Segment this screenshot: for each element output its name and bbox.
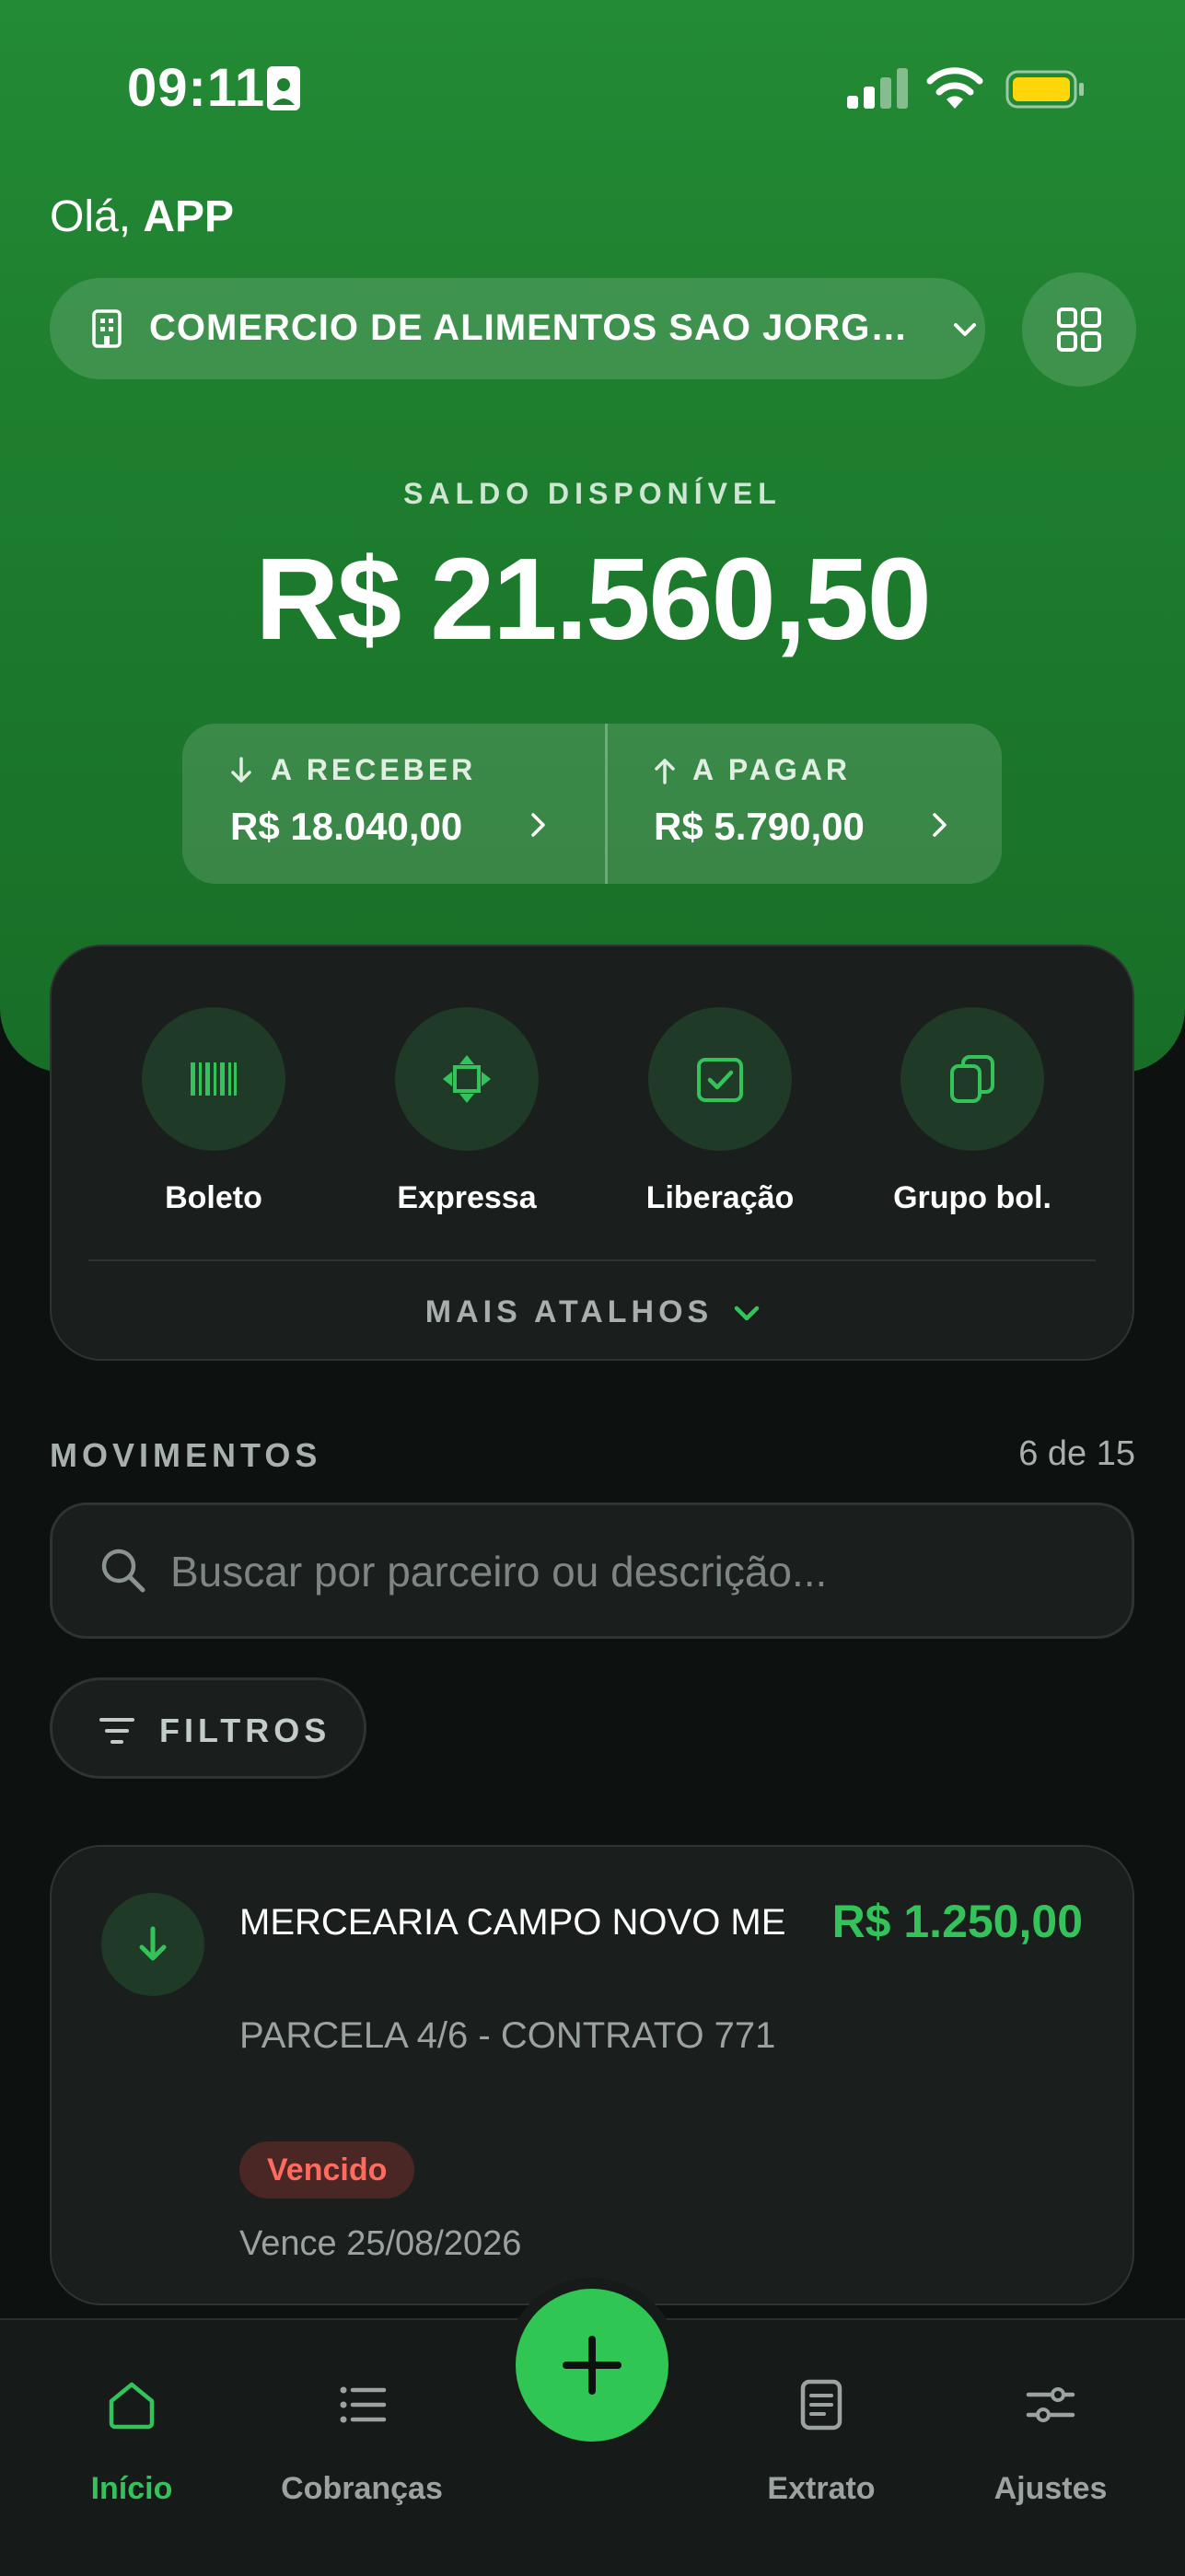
movements-count: 6 de 15: [1018, 1434, 1135, 1473]
transaction-card[interactable]: MERCEARIA CAMPO NOVO ME PARCELA 4/6 - CO…: [50, 1845, 1134, 2305]
shortcut-expressa[interactable]: Expressa: [356, 1007, 577, 1215]
status-time: 09:11: [127, 58, 266, 118]
movements-title: MOVIMENTOS: [50, 1436, 322, 1474]
tab-cobrancas[interactable]: Cobranças: [251, 2361, 472, 2506]
shortcut-boleto[interactable]: Boleto: [103, 1007, 324, 1215]
shortcut-label: Boleto: [165, 1180, 262, 1215]
contact-card-icon: [267, 66, 300, 110]
shortcuts-card: Boleto Expressa Liberação Grupo bol. MAI…: [50, 945, 1134, 1361]
shortcut-grupo-bol-circle: [900, 1007, 1044, 1151]
transaction-due-date: Vence 25/08/2026: [239, 2224, 522, 2263]
tab-label: Extrato: [767, 2471, 876, 2506]
tab-label: Ajustes: [993, 2471, 1108, 2506]
search-icon: [101, 1549, 145, 1593]
filter-icon: [99, 1718, 134, 1744]
chevron-right-icon: [531, 813, 545, 837]
diamond-arrows-icon: [443, 1055, 491, 1103]
shortcut-expressa-circle: [395, 1007, 539, 1151]
shortcut-label: Grupo bol.: [893, 1180, 1051, 1215]
search-input[interactable]: [168, 1537, 1093, 1607]
chevron-right-icon: [933, 813, 947, 837]
transaction-description: PARCELA 4/6 - CONTRATO 771: [239, 2015, 776, 2056]
tab-inicio[interactable]: Início: [21, 2361, 242, 2506]
status-bar: 09:11: [0, 0, 1185, 184]
shortcut-label: Liberação: [645, 1180, 795, 1215]
payable-label: A PAGAR: [692, 753, 851, 786]
tab-label: Cobranças: [281, 2471, 443, 2506]
incoming-indicator: [101, 1893, 204, 1996]
transaction-partner: MERCEARIA CAMPO NOVO ME: [239, 1902, 786, 1943]
payable-value: R$ 5.790,00: [654, 805, 865, 848]
arrow-down-icon: [231, 757, 251, 783]
company-selector[interactable]: COMERCIO DE ALIMENTOS SAO JORG…: [50, 278, 985, 379]
tab-label: Início: [90, 2471, 173, 2506]
grid-icon: [1057, 307, 1101, 352]
barcode-icon: [191, 1062, 237, 1096]
shortcut-liberacao[interactable]: Liberação: [610, 1007, 831, 1215]
tab-extrato[interactable]: Extrato: [711, 2361, 932, 2506]
chevron-down-icon: [734, 1305, 760, 1321]
building-icon: [92, 309, 122, 348]
apps-grid-button[interactable]: [1022, 273, 1136, 387]
search-field[interactable]: [50, 1503, 1134, 1639]
plus-icon: [563, 2336, 622, 2395]
receivable-value: R$ 18.040,00: [230, 805, 463, 848]
filters-label: FILTROS: [159, 1712, 331, 1749]
shortcut-label: Expressa: [397, 1180, 537, 1215]
shortcut-boleto-circle: [142, 1007, 285, 1151]
more-shortcuts-label: MAIS ATALHOS: [424, 1294, 714, 1329]
check-square-icon: [697, 1058, 743, 1102]
company-name: COMERCIO DE ALIMENTOS SAO JORG…: [149, 307, 909, 348]
payable-button[interactable]: A PAGAR R$ 5.790,00: [608, 724, 1002, 884]
status-badge: Vencido: [239, 2141, 415, 2199]
receivable-label: A RECEBER: [271, 753, 477, 786]
list-icon: [340, 2386, 387, 2423]
document-icon: [800, 2379, 842, 2431]
add-button[interactable]: [516, 2289, 668, 2442]
divider: [88, 1259, 1096, 1261]
copy-icon: [950, 1055, 994, 1103]
transaction-amount: R$ 1.250,00: [831, 1896, 1083, 1947]
shortcut-grupo-bol[interactable]: Grupo bol.: [862, 1007, 1083, 1215]
filters-button[interactable]: FILTROS: [50, 1677, 366, 1779]
more-shortcuts-button[interactable]: MAIS ATALHOS: [52, 1294, 1136, 1330]
sliders-icon: [1026, 2387, 1075, 2422]
greeting-prefix: Olá,: [50, 192, 132, 241]
greeting: Olá, APP: [50, 191, 234, 242]
arrow-up-icon: [655, 759, 675, 784]
greeting-name: APP: [143, 192, 235, 241]
receivable-button[interactable]: A RECEBER R$ 18.040,00: [182, 724, 605, 884]
chevron-down-icon: [954, 323, 976, 336]
home-icon: [109, 2382, 155, 2430]
balance-label: SALDO DISPONÍVEL: [403, 477, 782, 510]
balance-value: R$ 21.560,50: [255, 534, 932, 664]
shortcut-liberacao-circle: [648, 1007, 792, 1151]
wifi-icon: [926, 67, 983, 109]
receivable-payable-summary: A RECEBER R$ 18.040,00 A PAGAR R$ 5.790,…: [182, 724, 1002, 884]
cellular-signal-icon: [847, 68, 908, 109]
battery-icon: [1005, 70, 1084, 109]
arrow-down-icon: [139, 1926, 167, 1961]
tab-ajustes[interactable]: Ajustes: [940, 2361, 1161, 2506]
